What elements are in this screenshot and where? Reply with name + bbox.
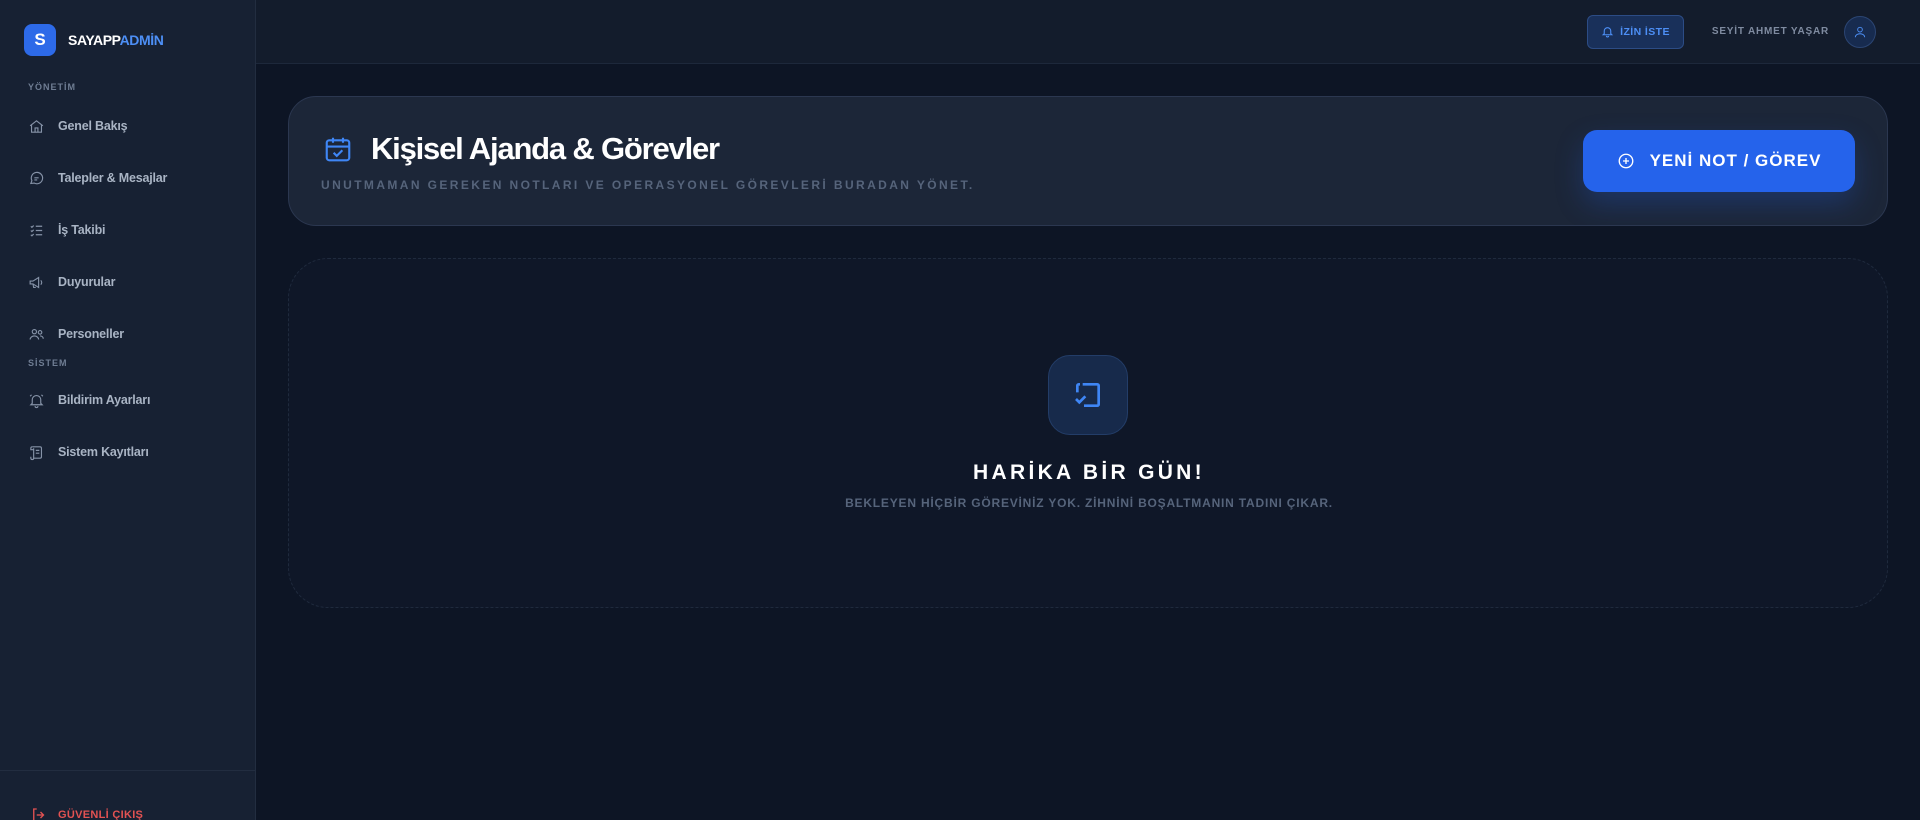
leave-request-button[interactable]: İZİN İSTE: [1587, 14, 1684, 49]
sidebar-item-label: Genel Bakış: [58, 119, 128, 133]
calendar-check-icon: [325, 137, 351, 162]
sidebar-item-staff[interactable]: Personeller: [0, 308, 255, 360]
sidebar-item-label: Bildirim Ayarları: [58, 393, 151, 407]
page-header-card: Kişisel Ajanda & Görevler UNUTMAMAN GERE…: [288, 96, 1888, 226]
logout-button[interactable]: GÜVENLİ ÇIKIŞ: [30, 806, 143, 820]
sidebar-item-label: Talepler & Mesajlar: [58, 171, 168, 185]
sidebar-item-label: Sistem Kayıtları: [58, 445, 149, 459]
sidebar-item-overview[interactable]: Genel Bakış: [0, 100, 255, 152]
sidebar-item-label: Duyurular: [58, 275, 116, 289]
main-area: İZİN İSTE SEYİT AHMET YAŞAR Kişisel Ajan…: [256, 0, 1920, 820]
message-icon: [29, 171, 44, 184]
new-note-task-label: YENİ NOT / GÖREV: [1649, 151, 1822, 170]
sidebar-item-requests[interactable]: Talepler & Mesajlar: [0, 152, 255, 204]
bell-icon: [29, 393, 44, 408]
sidebar: S SAYAPPADMİN YÖNETİM Genel Bakış Talepl…: [0, 0, 256, 820]
brand-name-main: SAYAPP: [68, 32, 120, 48]
logout-icon: [33, 808, 45, 820]
plus-circle-icon: [1618, 153, 1633, 169]
brand[interactable]: S SAYAPPADMİN: [0, 0, 255, 80]
users-icon: [29, 328, 44, 340]
sidebar-item-announcements[interactable]: Duyurular: [0, 256, 255, 308]
user-name: SEYİT AHMET YAŞAR: [1711, 26, 1829, 37]
empty-state-text: BEKLEYEN HİÇBİR GÖREVİNİZ YOK. ZİHNİNİ B…: [845, 496, 1333, 510]
brand-logo: S: [24, 24, 56, 56]
sidebar-item-tasks[interactable]: İş Takibi: [0, 204, 255, 256]
empty-state-title: HARİKA BİR GÜN!: [973, 461, 1205, 484]
app-shell: S SAYAPPADMİN YÖNETİM Genel Bakış Talepl…: [0, 0, 1920, 820]
sidebar-item-label: İş Takibi: [58, 223, 106, 237]
section-label-management: YÖNETİM: [28, 82, 77, 92]
page-title-row: Kişisel Ajanda & Görevler: [323, 131, 720, 167]
megaphone-icon: [29, 276, 43, 288]
page-subtitle: UNUTMAMAN GEREKEN NOTLARI VE OPERASYONEL…: [321, 178, 975, 192]
section-label-system: SİSTEM: [28, 358, 68, 368]
topbar: İZİN İSTE SEYİT AHMET YAŞAR: [256, 0, 1920, 64]
checkbox-icon: [1075, 383, 1100, 407]
scroll-icon: [30, 445, 43, 460]
new-note-task-button[interactable]: YENİ NOT / GÖREV: [1583, 130, 1855, 192]
brand-name: SAYAPPADMİN: [68, 32, 164, 48]
sidebar-item-label: Personeller: [58, 327, 124, 341]
empty-state: HARİKA BİR GÜN! BEKLEYEN HİÇBİR GÖREVİNİ…: [288, 258, 1888, 608]
sidebar-footer: GÜVENLİ ÇIKIŞ: [0, 770, 255, 820]
logout-label: GÜVENLİ ÇIKIŞ: [58, 809, 144, 820]
bell-icon: [1602, 27, 1614, 38]
brand-name-accent: ADMİN: [119, 32, 164, 48]
checklist-icon: [30, 224, 43, 237]
user-icon: [1854, 26, 1866, 37]
empty-state-icon-box: [1048, 355, 1128, 435]
home-icon: [29, 119, 44, 133]
avatar[interactable]: [1844, 15, 1876, 48]
page-title: Kişisel Ajanda & Görevler: [371, 131, 720, 166]
sidebar-item-notification-settings[interactable]: Bildirim Ayarları: [0, 374, 255, 426]
sidebar-item-system-logs[interactable]: Sistem Kayıtları: [0, 426, 255, 478]
leave-request-label: İZİN İSTE: [1620, 25, 1670, 38]
